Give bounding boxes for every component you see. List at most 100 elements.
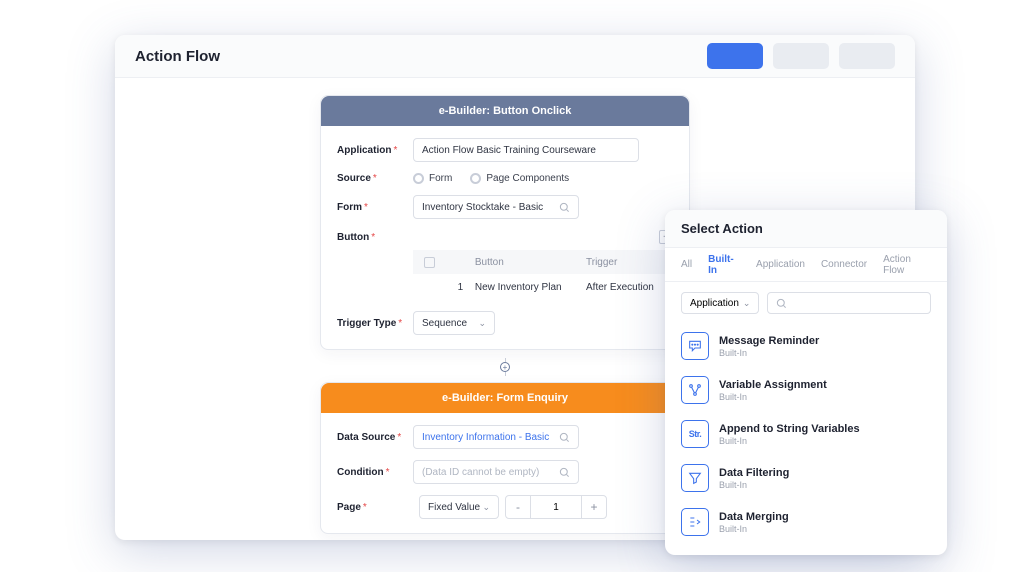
search-icon xyxy=(559,202,570,213)
source-radio-form[interactable]: Form xyxy=(413,173,452,184)
required-mark: * xyxy=(397,432,401,443)
data-source-field[interactable]: Inventory Information - Basic xyxy=(413,425,579,449)
filter-select[interactable]: Application ⌄ xyxy=(681,292,759,314)
page-value[interactable]: 1 xyxy=(531,495,581,519)
action-name-label: Data Filtering xyxy=(719,467,789,479)
action-name-label: Append to String Variables xyxy=(719,423,860,435)
required-mark: * xyxy=(371,232,375,243)
card-form-enquiry: e-Builder: Form Enquiry Data Source* Inv… xyxy=(320,382,690,534)
label-button: Button xyxy=(337,232,369,243)
application-field[interactable]: Action Flow Basic Training Courseware xyxy=(413,138,639,162)
required-mark: * xyxy=(373,173,377,184)
tab-all[interactable]: All xyxy=(681,259,692,270)
decrement-button[interactable]: - xyxy=(505,495,531,519)
header-secondary-button-2[interactable] xyxy=(839,43,895,69)
row-trigger: After Execution xyxy=(586,282,673,293)
chevron-down-icon: ⌄ xyxy=(743,298,751,309)
tab-application[interactable]: Application xyxy=(756,259,805,270)
search-icon xyxy=(776,298,787,309)
application-value: Action Flow Basic Training Courseware xyxy=(422,145,596,156)
source-radio-group: Form Page Components xyxy=(413,173,569,184)
button-table: Button Trigger 1 New Inventory Plan Afte… xyxy=(337,250,673,300)
action-name-label: Variable Assignment xyxy=(719,379,827,391)
row-index: 1 xyxy=(446,282,475,293)
search-icon xyxy=(559,467,570,478)
trigger-type-select[interactable]: Sequence ⌄ xyxy=(413,311,495,335)
data-source-value: Inventory Information - Basic xyxy=(422,432,549,443)
header-buttons xyxy=(707,43,895,69)
tab-action-flow[interactable]: Action Flow xyxy=(883,254,931,276)
condition-field[interactable]: (Data ID cannot be empty) xyxy=(413,460,579,484)
string-icon: Str. xyxy=(681,420,709,448)
action-sub-label: Built-In xyxy=(719,348,819,358)
table-row[interactable]: 1 New Inventory Plan After Execution xyxy=(413,274,673,300)
condition-placeholder: (Data ID cannot be empty) xyxy=(422,467,539,478)
col-trigger: Trigger xyxy=(586,257,673,268)
label-data-source: Data Source xyxy=(337,432,395,443)
action-sub-label: Built-In xyxy=(719,436,860,446)
app-header: Action Flow xyxy=(115,35,915,78)
action-sub-label: Built-In xyxy=(719,524,789,534)
filter-search-input[interactable] xyxy=(767,292,931,314)
action-sub-label: Built-In xyxy=(719,392,827,402)
flow-canvas: e-Builder: Button Onclick Application* A… xyxy=(320,95,690,540)
page-mode-value: Fixed Value xyxy=(428,502,480,513)
filter-icon xyxy=(681,464,709,492)
radio-label-form: Form xyxy=(429,173,452,184)
required-mark: * xyxy=(386,467,390,478)
merge-icon xyxy=(681,508,709,536)
tab-connector[interactable]: Connector xyxy=(821,259,867,270)
page-stepper: - 1 + xyxy=(505,495,607,519)
trigger-type-value: Sequence xyxy=(422,318,467,329)
card-header-form-enquiry: e-Builder: Form Enquiry xyxy=(321,383,689,413)
panel-filters: Application ⌄ xyxy=(665,282,947,324)
action-list: Message ReminderBuilt-In Variable Assign… xyxy=(665,324,947,544)
label-form: Form xyxy=(337,202,362,213)
panel-title: Select Action xyxy=(665,210,947,248)
search-icon xyxy=(559,432,570,443)
label-source: Source xyxy=(337,173,371,184)
flow-connector: + xyxy=(320,358,690,376)
label-page: Page xyxy=(337,502,361,513)
action-name-label: Message Reminder xyxy=(719,335,819,347)
increment-button[interactable]: + xyxy=(581,495,607,519)
page-mode-select[interactable]: Fixed Value ⌄ xyxy=(419,495,499,519)
required-mark: * xyxy=(393,145,397,156)
radio-icon xyxy=(470,173,481,184)
action-message-reminder[interactable]: Message ReminderBuilt-In xyxy=(679,324,933,368)
message-icon xyxy=(681,332,709,360)
select-all-checkbox[interactable] xyxy=(424,257,435,268)
action-append-string[interactable]: Str. Append to String VariablesBuilt-In xyxy=(679,412,933,456)
form-field[interactable]: Inventory Stocktake - Basic xyxy=(413,195,579,219)
header-primary-button[interactable] xyxy=(707,43,763,69)
radio-label-page-components: Page Components xyxy=(486,173,569,184)
card-header-button-onclick: e-Builder: Button Onclick xyxy=(321,96,689,126)
required-mark: * xyxy=(364,202,368,213)
card-body-form-enquiry: Data Source* Inventory Information - Bas… xyxy=(321,413,689,533)
variable-icon xyxy=(681,376,709,404)
radio-icon xyxy=(413,173,424,184)
action-name-label: Data Merging xyxy=(719,511,789,523)
card-button-onclick: e-Builder: Button Onclick Application* A… xyxy=(320,95,690,350)
page-title: Action Flow xyxy=(135,48,220,65)
header-secondary-button-1[interactable] xyxy=(773,43,829,69)
col-button: Button xyxy=(475,257,586,268)
action-variable-assignment[interactable]: Variable AssignmentBuilt-In xyxy=(679,368,933,412)
action-sub-label: Built-In xyxy=(719,480,789,490)
add-node-icon[interactable]: + xyxy=(500,362,510,372)
chevron-down-icon: ⌄ xyxy=(478,318,486,329)
label-application: Application xyxy=(337,145,391,156)
source-radio-page-components[interactable]: Page Components xyxy=(470,173,569,184)
label-condition: Condition xyxy=(337,467,384,478)
required-mark: * xyxy=(363,502,367,513)
action-data-filtering[interactable]: Data FilteringBuilt-In xyxy=(679,456,933,500)
required-mark: * xyxy=(398,318,402,329)
action-data-merging[interactable]: Data MergingBuilt-In xyxy=(679,500,933,544)
chevron-down-icon: ⌄ xyxy=(482,502,490,513)
table-header-row: Button Trigger xyxy=(413,250,673,274)
card-body-button-onclick: Application* Action Flow Basic Training … xyxy=(321,126,689,349)
tab-built-in[interactable]: Built-In xyxy=(708,254,740,276)
panel-tabs: All Built-In Application Connector Actio… xyxy=(665,248,947,282)
select-action-panel: Select Action All Built-In Application C… xyxy=(665,210,947,555)
form-value: Inventory Stocktake - Basic xyxy=(422,202,543,213)
